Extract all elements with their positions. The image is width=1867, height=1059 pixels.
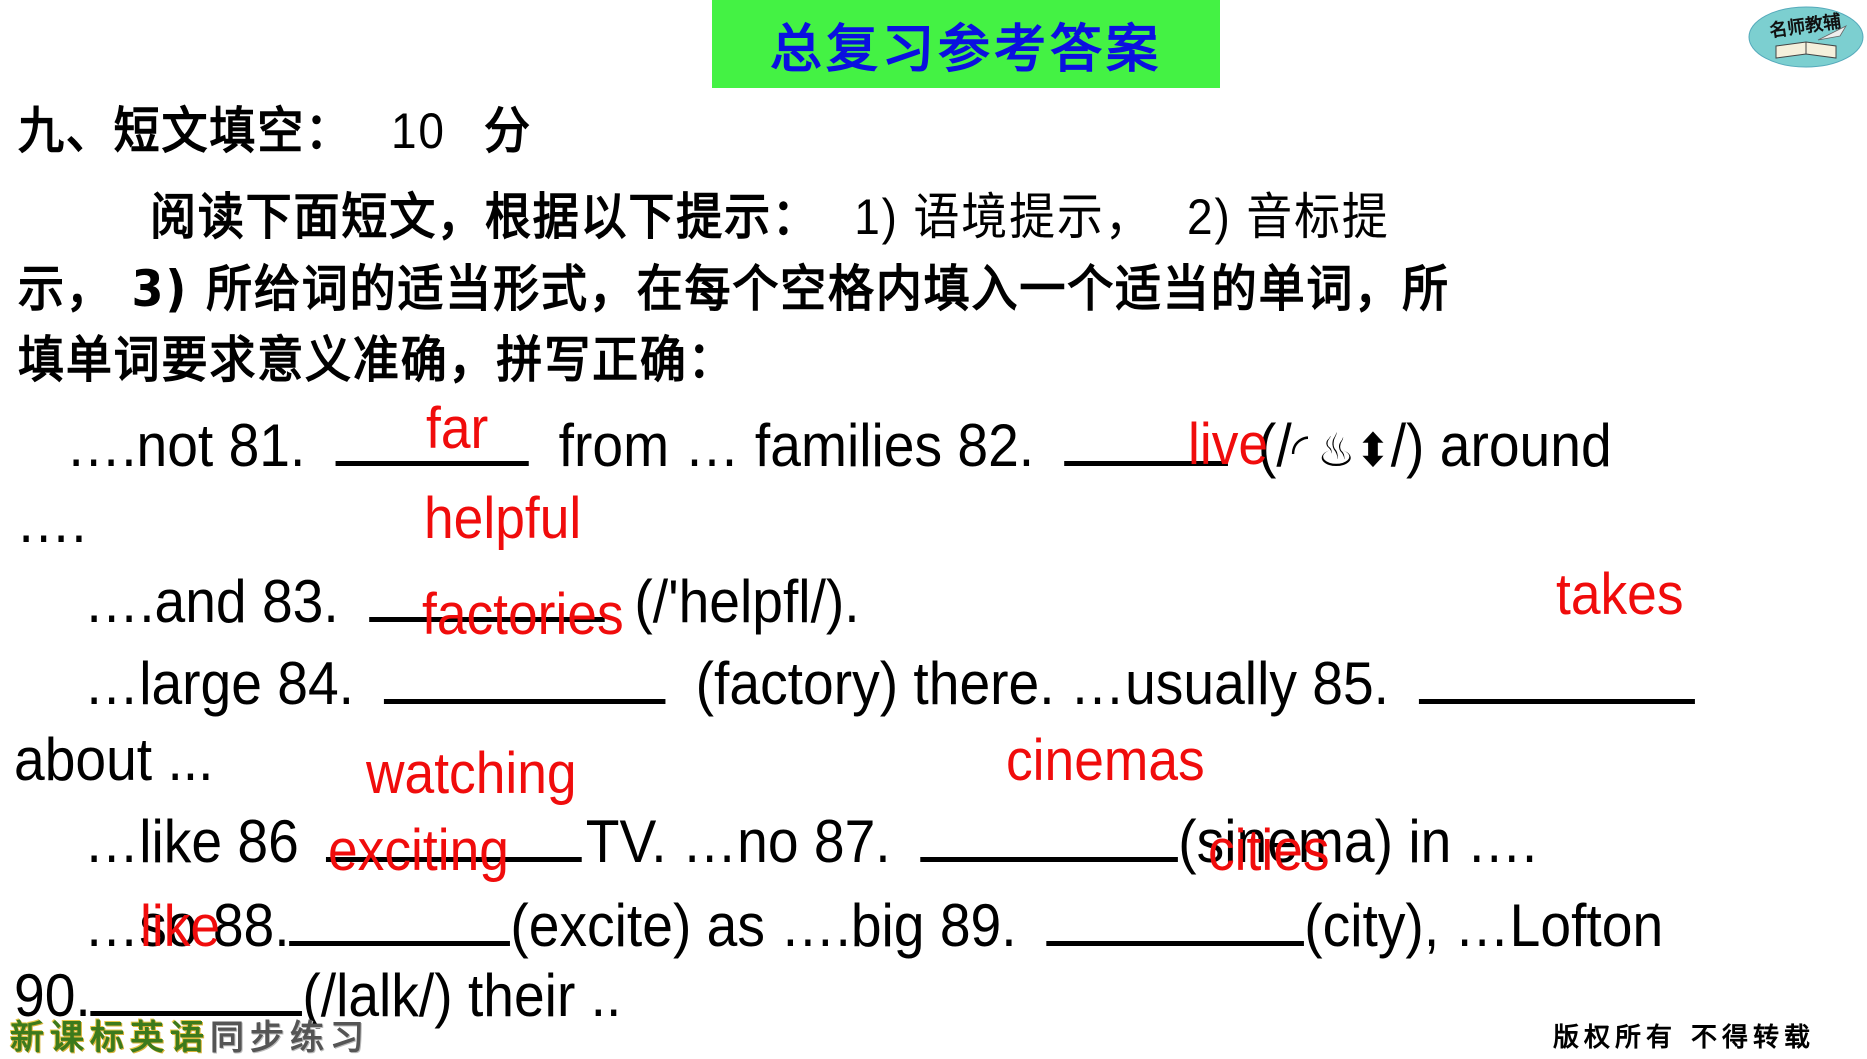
blank-89[interactable]: [1046, 941, 1305, 946]
section-score-unit: 分: [483, 102, 532, 160]
copyright-notice: 版权所有 不得转载: [1553, 1023, 1816, 1053]
instructions-line-2: 示， 3) 所给词的适当形式，在每个空格内填入一个适当的单词，所: [18, 260, 1450, 318]
passage-text: (/'helpfl/).: [634, 568, 860, 635]
instructions-line-1: 阅读下面短文，根据以下提示： 1) 语境提示， 2) 音标提: [150, 192, 1390, 242]
title-banner: 总复习参考答案: [712, 0, 1220, 88]
passage-text: TV. …no 87.: [585, 808, 891, 875]
footer-series-label: 新课标英语同步练习: [10, 1010, 370, 1059]
phonetic-glyph-icon: ◜: [1291, 423, 1309, 477]
answer-88: exciting: [328, 818, 509, 883]
instructions-line-3: 填单词要求意义准确，拼写正确：: [18, 331, 736, 389]
instructions-text: 阅读下面短文，根据以下提示：: [150, 188, 820, 246]
passage-text: (city), …Lofton: [1304, 892, 1664, 959]
passage-line-2: ….: [16, 488, 87, 555]
phonetic-glyph-icon: ⬍: [1355, 423, 1391, 477]
answer-83: helpful: [424, 486, 582, 551]
section-score: 10: [390, 103, 446, 159]
answer-81: far: [426, 396, 489, 461]
blank-87[interactable]: [920, 857, 1179, 862]
blank-88[interactable]: [289, 941, 511, 946]
passage-line-5: about ...: [14, 726, 214, 793]
passage-text: ….not 81.: [66, 412, 306, 479]
instructions-hint-2: 2) 音标提: [1187, 189, 1390, 245]
passage-text: from … families 82.: [558, 412, 1035, 479]
blank-84[interactable]: [384, 699, 666, 704]
answer-90: like: [140, 894, 221, 959]
answer-87: cinemas: [1006, 728, 1205, 793]
answer-89: cities: [1208, 818, 1330, 883]
answer-84: factories: [422, 582, 624, 647]
blank-81[interactable]: [335, 461, 529, 466]
passage-text: /) around: [1390, 412, 1612, 479]
passage-text: …large 84.: [84, 650, 355, 717]
footer-series-green: 新课标英语: [10, 1018, 210, 1058]
answer-85: takes: [1556, 562, 1684, 627]
passage-line-1: ….not 81. from … families 82. (/◜ ♨⬍/) ar…: [66, 416, 1612, 476]
answer-86: watching: [366, 741, 577, 806]
footer-series-gray: 同步练习: [210, 1018, 370, 1058]
passage-line-7: …so 88. (excite) as ….big 89. (city), …Lo…: [84, 896, 1663, 956]
blank-85[interactable]: [1419, 699, 1696, 704]
passage-line-4: …large 84. (factory) there. …usually 85.: [84, 654, 1696, 714]
phonetic-glyph-icon: ♨: [1317, 423, 1356, 477]
page-title: 总复习参考答案: [769, 19, 1162, 80]
passage-text: (excite) as ….big 89.: [510, 892, 1017, 959]
section-heading-label: 九、短文填空：: [18, 102, 353, 160]
section-heading: 九、短文填空： 10 分: [18, 106, 532, 156]
instructions-hint-1: 1) 语境提示，: [854, 189, 1153, 245]
passage-text: ….and 83.: [84, 568, 339, 635]
answer-82: live: [1188, 412, 1269, 477]
passage-text: (factory) there. …usually 85.: [695, 650, 1390, 717]
passage-text: …like 86: [84, 808, 299, 875]
publisher-logo: 名师教辅: [1748, 6, 1864, 68]
